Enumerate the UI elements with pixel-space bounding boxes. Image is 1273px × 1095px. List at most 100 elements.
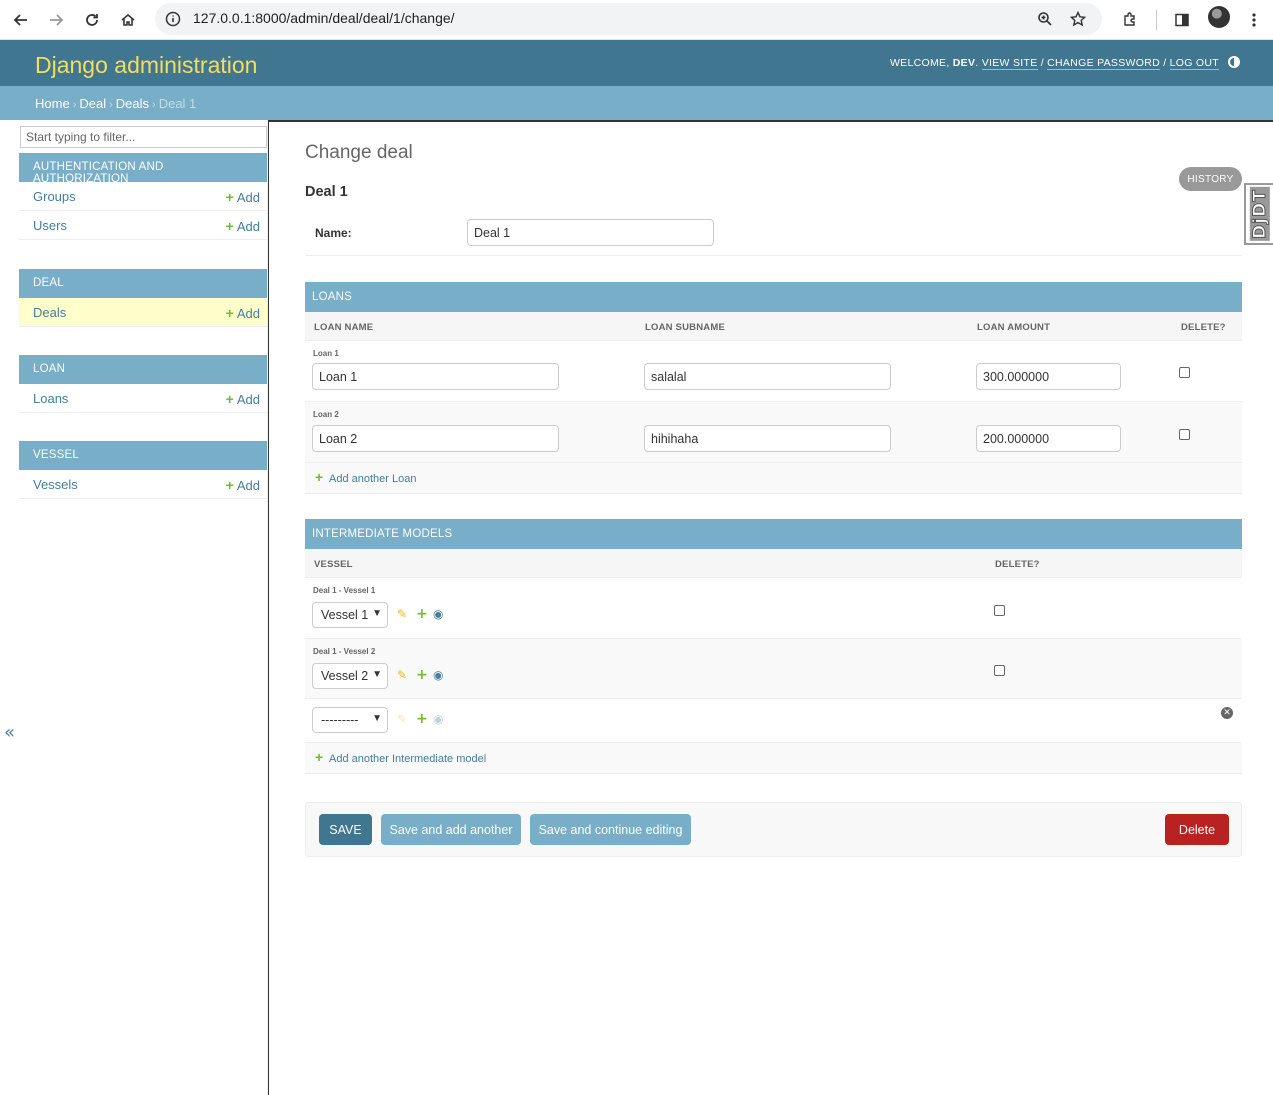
- model-link[interactable]: Deals: [33, 305, 66, 320]
- table-row: Loan 2 Loan 2 hihihaha 200.000000: [305, 402, 1242, 463]
- sidebar-item-deals: Deals + Add: [19, 298, 267, 327]
- delete-checkbox[interactable]: [1179, 429, 1190, 440]
- nav-filter-input[interactable]: Start typing to filter...: [20, 126, 267, 148]
- url-text: 127.0.0.1:8000/admin/deal/deal/1/change/: [193, 10, 455, 26]
- welcome-text: WELCOME,: [889, 57, 950, 69]
- debug-toolbar-handle[interactable]: DjDT: [1244, 183, 1273, 245]
- column-header: DELETE?: [1181, 322, 1226, 333]
- view-eye-icon[interactable]: ◉: [433, 607, 443, 621]
- inline-header: LOAN NAME LOAN SUBNAME LOAN AMOUNT DELET…: [305, 312, 1242, 341]
- add-related-icon[interactable]: +: [416, 711, 428, 727]
- forward-icon[interactable]: [42, 6, 70, 34]
- loan-name-input[interactable]: Loan 2: [312, 425, 559, 452]
- select-value: Vessel 2: [321, 669, 369, 683]
- edit-pencil-icon: ✎: [397, 712, 408, 726]
- app-caption[interactable]: AUTHENTICATION AND AUTHORIZATION: [19, 153, 267, 185]
- breadcrumb-model[interactable]: Deals: [116, 96, 149, 111]
- remove-row-icon[interactable]: ✕: [1221, 707, 1233, 719]
- app-caption[interactable]: DEAL: [19, 269, 267, 298]
- model-link[interactable]: Loans: [33, 391, 68, 406]
- vessel-select[interactable]: --------- ▼: [312, 707, 388, 733]
- app-deal: DEAL Deals + Add: [19, 269, 267, 327]
- chevron-down-icon: ▼: [372, 608, 382, 619]
- add-another-label: Add another Intermediate model: [329, 753, 487, 765]
- delete-checkbox[interactable]: [994, 665, 1005, 676]
- add-another-intermediate-link[interactable]: + Add another Intermediate model: [305, 743, 1242, 774]
- vessel-select[interactable]: Vessel 1 ▼: [312, 602, 388, 628]
- back-icon[interactable]: [7, 6, 35, 34]
- breadcrumb-separator: ›: [72, 99, 77, 111]
- address-bar[interactable]: 127.0.0.1:8000/admin/deal/deal/1/change/: [155, 3, 1102, 35]
- model-link[interactable]: Users: [33, 218, 67, 233]
- app-caption[interactable]: VESSEL: [19, 441, 267, 470]
- delete-checkbox[interactable]: [994, 605, 1005, 616]
- breadcrumb-separator: ›: [152, 99, 156, 111]
- row-label: Loan 2: [313, 410, 339, 419]
- change-password-link[interactable]: CHANGE PASSWORD: [1047, 57, 1160, 70]
- add-related-icon[interactable]: +: [416, 667, 428, 683]
- loan-subname-input[interactable]: salalal: [644, 363, 891, 390]
- add-label: Add: [236, 219, 260, 234]
- extensions-icon[interactable]: [1116, 6, 1144, 34]
- reload-icon[interactable]: [78, 6, 106, 34]
- edit-pencil-icon[interactable]: ✎: [397, 668, 407, 682]
- delete-button[interactable]: Delete: [1165, 814, 1229, 845]
- vessel-select[interactable]: Vessel 2 ▼: [312, 663, 388, 689]
- loan-amount-input[interactable]: 200.000000: [976, 425, 1121, 452]
- object-title: Deal 1: [305, 184, 348, 200]
- side-panel-icon[interactable]: [1168, 6, 1196, 34]
- history-button[interactable]: HISTORY: [1179, 167, 1242, 191]
- add-link[interactable]: + Add: [226, 305, 260, 321]
- browser-menu-icon[interactable]: [1240, 6, 1268, 34]
- app-auth: AUTHENTICATION AND AUTHORIZATION Groups …: [19, 153, 267, 240]
- edit-pencil-icon[interactable]: ✎: [397, 607, 407, 621]
- add-link[interactable]: + Add: [226, 477, 260, 493]
- djdt-label: DjDT: [1250, 187, 1271, 241]
- site-branding[interactable]: Django administration: [35, 52, 257, 79]
- delete-checkbox[interactable]: [1179, 367, 1190, 378]
- plus-icon: +: [315, 749, 324, 765]
- save-and-add-another-button[interactable]: Save and add another: [381, 814, 521, 845]
- column-header: DELETE?: [995, 559, 1040, 570]
- add-related-icon[interactable]: +: [416, 606, 428, 622]
- zoom-icon[interactable]: [1035, 9, 1055, 29]
- add-label: Add: [236, 306, 260, 321]
- theme-toggle-icon[interactable]: [1228, 56, 1240, 68]
- profile-avatar[interactable]: [1208, 6, 1230, 28]
- name-input[interactable]: Deal 1: [467, 219, 714, 246]
- home-icon[interactable]: [114, 6, 142, 34]
- add-link[interactable]: + Add: [226, 218, 260, 234]
- table-row: Deal 1 - Vessel 2 Vessel 2 ▼ ✎ + ◉: [305, 639, 1242, 699]
- toolbar-divider: [1156, 10, 1157, 30]
- breadcrumb: Home › Deal › Deals › Deal 1: [0, 86, 1273, 120]
- toggle-sidebar-button[interactable]: «: [4, 722, 15, 743]
- save-and-continue-button[interactable]: Save and continue editing: [530, 814, 691, 845]
- site-info-icon[interactable]: [163, 9, 183, 29]
- separator: /: [1163, 57, 1167, 69]
- view-site-link[interactable]: VIEW SITE: [981, 57, 1038, 70]
- log-out-link[interactable]: LOG OUT: [1169, 57, 1219, 70]
- inline-header: VESSEL DELETE?: [305, 549, 1242, 578]
- select-value: Vessel 1: [321, 608, 369, 622]
- add-another-loan-link[interactable]: + Add another Loan: [305, 463, 1242, 494]
- save-button[interactable]: SAVE: [319, 814, 372, 845]
- chevron-down-icon: ▼: [372, 669, 382, 680]
- table-row: Loan 1 Loan 1 salalal 300.000000: [305, 341, 1242, 402]
- breadcrumb-home[interactable]: Home: [35, 96, 70, 111]
- loan-name-input[interactable]: Loan 1: [312, 363, 559, 390]
- loan-amount-input[interactable]: 300.000000: [976, 363, 1121, 390]
- bookmark-star-icon[interactable]: [1068, 9, 1088, 29]
- app-caption[interactable]: LOAN: [19, 355, 267, 384]
- add-link[interactable]: + Add: [226, 391, 260, 407]
- model-link[interactable]: Vessels: [33, 477, 78, 492]
- add-link[interactable]: + Add: [226, 189, 260, 205]
- row-label: Deal 1 - Vessel 2: [313, 647, 376, 656]
- column-header: LOAN SUBNAME: [645, 322, 725, 333]
- loan-subname-input[interactable]: hihihaha: [644, 425, 891, 452]
- view-eye-icon[interactable]: ◉: [433, 668, 443, 682]
- username: DEV: [952, 57, 976, 69]
- model-link[interactable]: Groups: [33, 189, 76, 204]
- breadcrumb-app[interactable]: Deal: [79, 96, 106, 111]
- loans-inline-group: LOANS LOAN NAME LOAN SUBNAME LOAN AMOUNT…: [305, 282, 1242, 494]
- plus-icon: +: [225, 218, 234, 234]
